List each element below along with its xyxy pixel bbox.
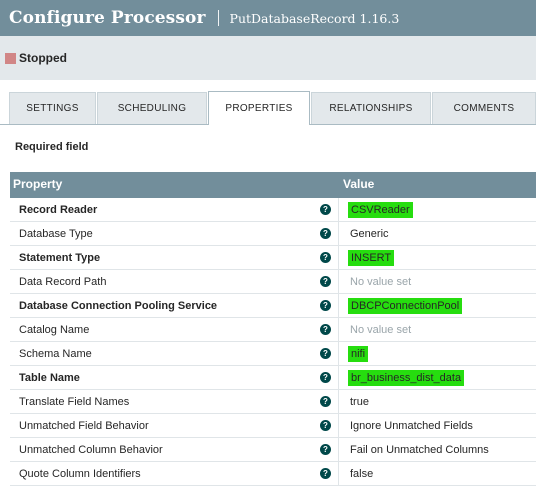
tab-properties[interactable]: PROPERTIES	[208, 91, 310, 125]
question-circle-icon[interactable]: ?	[320, 420, 331, 431]
property-name: Database Connection Pooling Service	[19, 300, 218, 312]
table-row[interactable]: Translate Field Names? true	[10, 390, 536, 414]
tab-bar: SETTINGS SCHEDULING PROPERTIES RELATIONS…	[0, 80, 536, 125]
table-row[interactable]: Data Record Path? No value set	[10, 270, 536, 294]
property-value[interactable]: Ignore Unmatched Fields	[350, 420, 473, 432]
column-divider	[338, 222, 339, 245]
question-circle-icon[interactable]: ?	[320, 252, 331, 263]
property-name: Unmatched Field Behavior	[19, 420, 149, 432]
question-circle-icon[interactable]: ?	[320, 468, 331, 479]
table-row[interactable]: Unmatched Field Behavior? Ignore Unmatche…	[10, 414, 536, 438]
header-divider	[217, 10, 219, 26]
table-row[interactable]: Table Name? br_business_dist_data	[10, 366, 536, 390]
property-value[interactable]: Fail on Unmatched Columns	[350, 444, 489, 456]
column-divider	[338, 438, 339, 461]
property-name: Catalog Name	[19, 324, 90, 336]
column-divider	[338, 294, 339, 317]
property-name: Schema Name	[19, 348, 92, 360]
table-header: Property Value	[10, 172, 536, 198]
dialog-title: Configure Processor	[9, 8, 206, 28]
property-value[interactable]: No value set	[350, 276, 411, 288]
tab-relationships[interactable]: RELATIONSHIPS	[311, 92, 431, 124]
tab-settings[interactable]: SETTINGS	[9, 92, 96, 124]
column-divider	[338, 270, 339, 293]
table-row[interactable]: Catalog Name? No value set	[10, 318, 536, 342]
status-bar: Stopped	[0, 36, 536, 80]
question-circle-icon[interactable]: ?	[320, 276, 331, 287]
property-name: Database Type	[19, 228, 93, 240]
question-circle-icon[interactable]: ?	[320, 300, 331, 311]
column-divider	[338, 390, 339, 413]
question-circle-icon[interactable]: ?	[320, 324, 331, 335]
status-text: Stopped	[19, 51, 67, 65]
table-body: Record Reader? CSVReader Database Type? Gen…	[10, 198, 536, 486]
required-field-label: Required field	[15, 141, 89, 153]
property-column-header[interactable]: Property	[13, 177, 62, 191]
column-divider	[338, 342, 339, 365]
property-name: Statement Type	[19, 252, 101, 264]
property-value[interactable]: Generic	[350, 228, 389, 240]
table-row[interactable]: Record Reader? CSVReader	[10, 198, 536, 222]
column-divider	[338, 366, 339, 389]
property-name: Table Name	[19, 372, 80, 384]
column-divider	[338, 318, 339, 341]
property-value[interactable]: No value set	[350, 324, 411, 336]
property-name: Data Record Path	[19, 276, 107, 288]
question-circle-icon[interactable]: ?	[320, 204, 331, 215]
column-divider	[338, 462, 339, 485]
table-row[interactable]: Database Type? Generic	[10, 222, 536, 246]
property-name: Quote Column Identifiers	[19, 468, 141, 480]
question-circle-icon[interactable]: ?	[320, 372, 331, 383]
property-name: Record Reader	[19, 204, 98, 216]
table-row[interactable]: Schema Name? nifi	[10, 342, 536, 366]
column-divider	[338, 246, 339, 269]
dialog-header: Configure Processor PutDatabaseRecord 1.…	[0, 0, 536, 36]
table-row[interactable]: Database Connection Pooling Service? DBCP…	[10, 294, 536, 318]
table-row[interactable]: Quote Column Identifiers? false	[10, 462, 536, 486]
question-circle-icon[interactable]: ?	[320, 396, 331, 407]
table-row[interactable]: Statement Type? INSERT	[10, 246, 536, 270]
column-divider	[338, 414, 339, 437]
property-value[interactable]: nifi	[348, 346, 369, 362]
property-value[interactable]: true	[350, 396, 369, 408]
column-divider	[338, 198, 339, 221]
tab-comments[interactable]: COMMENTS	[432, 92, 536, 124]
question-circle-icon[interactable]: ?	[320, 228, 331, 239]
property-value[interactable]: false	[350, 468, 373, 480]
stopped-icon	[5, 52, 16, 64]
property-name: Translate Field Names	[19, 396, 130, 408]
tab-scheduling[interactable]: SCHEDULING	[97, 92, 207, 124]
table-row[interactable]: Unmatched Column Behavior? Fail on Unmatc…	[10, 438, 536, 462]
property-value[interactable]: INSERT	[348, 250, 395, 266]
question-circle-icon[interactable]: ?	[320, 444, 331, 455]
properties-table: Property Value Record Reader? CSVReader Da…	[10, 172, 536, 486]
value-column-header[interactable]: Value	[343, 177, 374, 191]
property-value[interactable]: br_business_dist_data	[348, 370, 465, 386]
question-circle-icon[interactable]: ?	[320, 348, 331, 359]
property-value[interactable]: DBCPConnectionPool	[348, 298, 463, 314]
processor-type-label: PutDatabaseRecord 1.16.3	[229, 10, 400, 26]
property-value[interactable]: CSVReader	[348, 202, 413, 218]
property-name: Unmatched Column Behavior	[19, 444, 163, 456]
